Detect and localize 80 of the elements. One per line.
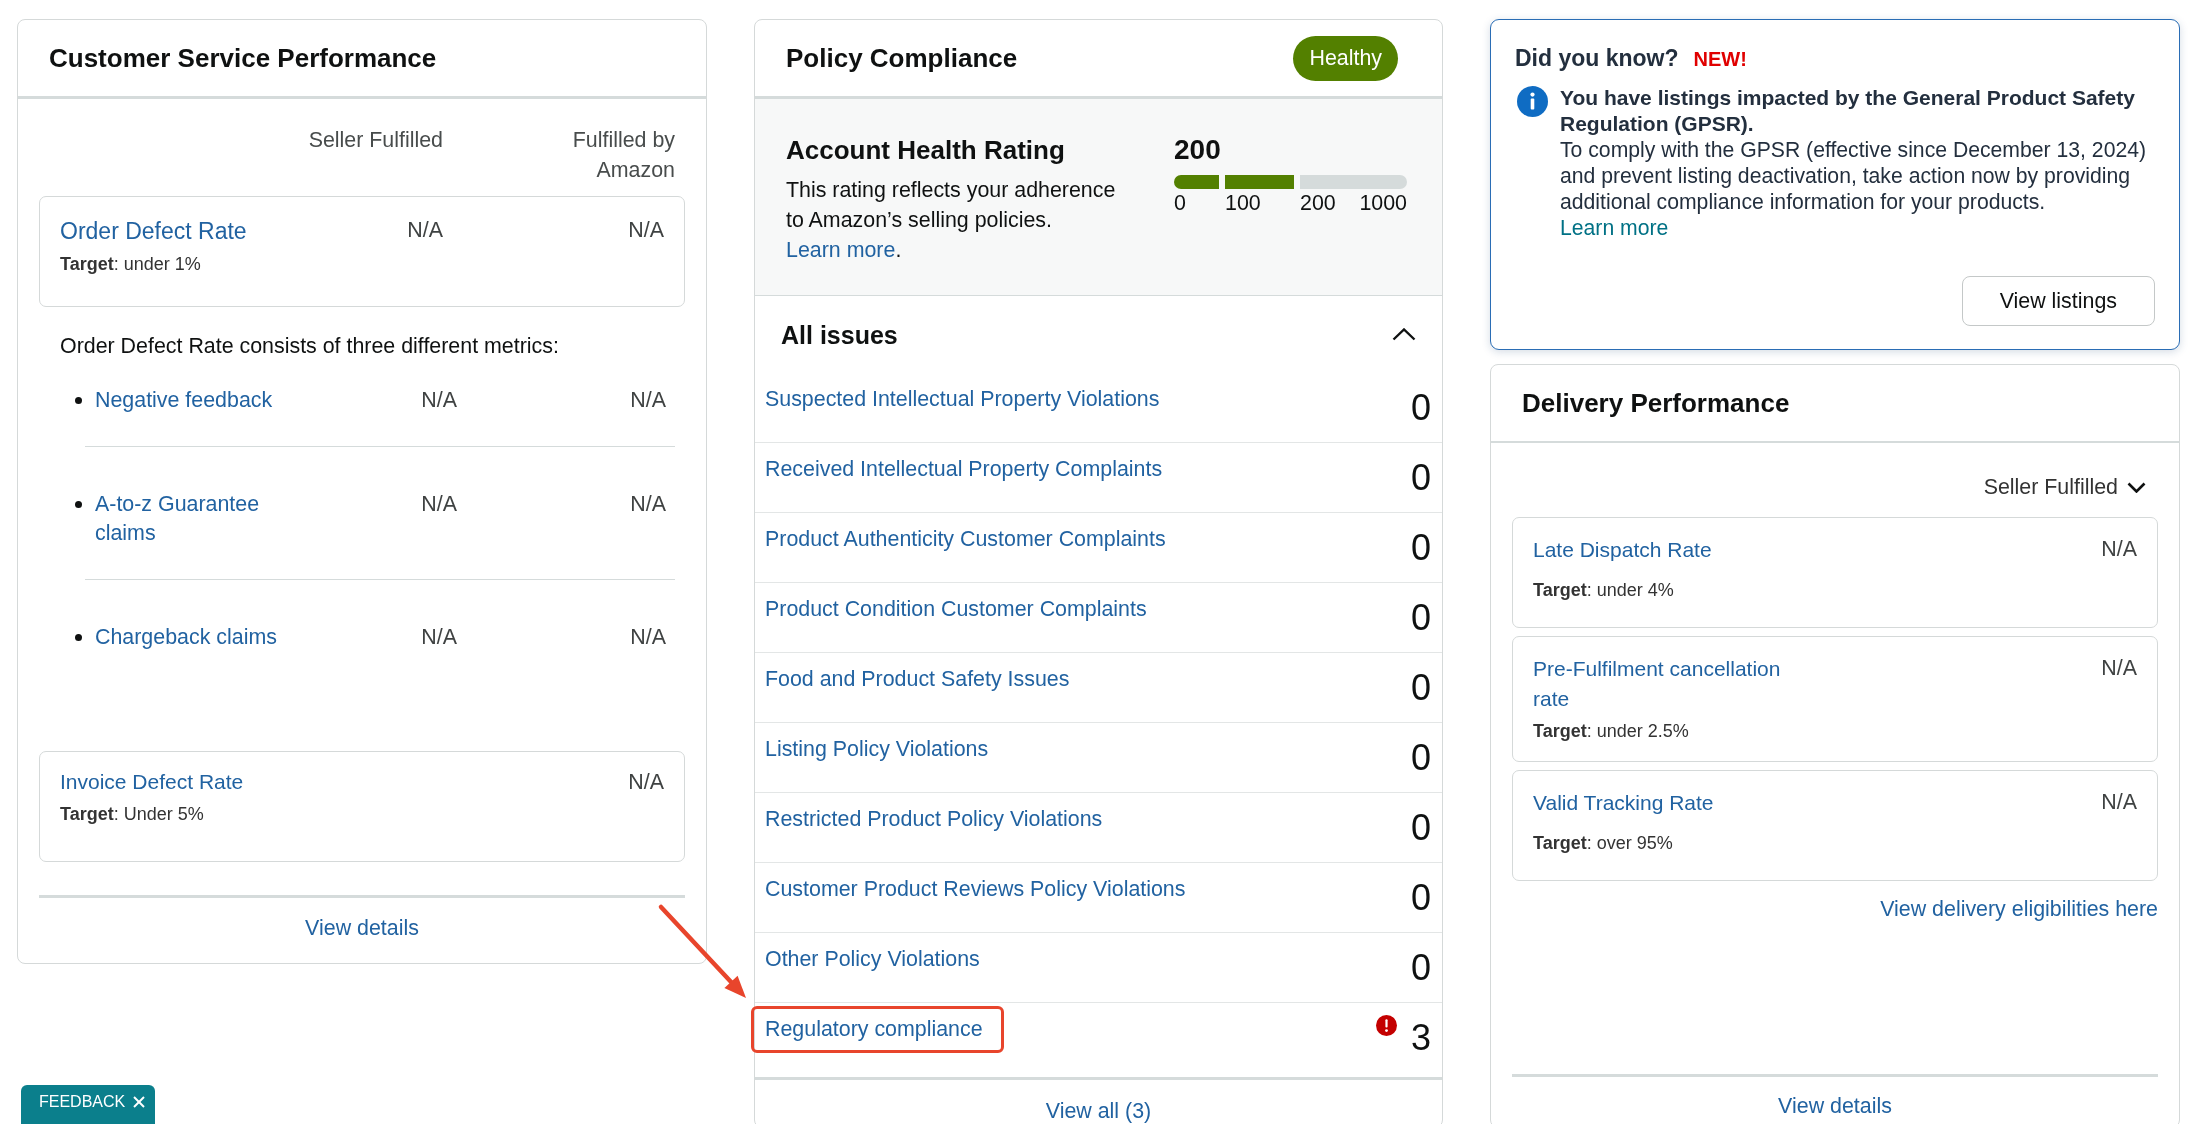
target-text: Target: over 95%: [1533, 831, 1673, 855]
chevron-down-icon: [2127, 482, 2146, 493]
scale-label: 200: [1300, 192, 1336, 214]
issue-link[interactable]: Listing Policy Violations: [765, 735, 989, 764]
issue-link[interactable]: Other Policy Violations: [765, 945, 980, 974]
issue-count: 0: [1410, 878, 1431, 918]
metric-link[interactable]: Late Dispatch Rate: [1533, 535, 1712, 565]
view-details-link[interactable]: View details: [1778, 1092, 1892, 1120]
card-title: Customer Service Performance: [49, 42, 437, 74]
issues-title: All issues: [781, 319, 898, 350]
new-label: NEW!: [1693, 48, 1747, 71]
issue-count: 0: [1410, 388, 1431, 428]
metric-value: N/A: [628, 217, 664, 244]
target-text: Target: under 1%: [60, 253, 201, 275]
issue-link[interactable]: Customer Product Reviews Policy Violations: [765, 875, 1186, 904]
learn-more-link[interactable]: Learn more: [1560, 216, 1669, 239]
view-all-link[interactable]: View all (3): [1045, 1097, 1152, 1124]
metric-value: N/A: [2101, 789, 2137, 816]
issue-link[interactable]: Suspected Intellectual Property Violations: [765, 385, 1160, 414]
bullet-icon: [75, 397, 82, 404]
view-details-link[interactable]: View details: [305, 914, 419, 942]
metric-value: N/A: [630, 490, 666, 518]
issue-link[interactable]: Restricted Product Policy Violations: [765, 805, 1103, 834]
issue-link[interactable]: Food and Product Safety Issues: [765, 665, 1070, 694]
metric-value: N/A: [421, 490, 457, 518]
rating-description: This rating reflects your adherence to Amazon’s selling policies. Learn more.: [786, 177, 1117, 264]
metric-link[interactable]: Chargeback claims: [95, 622, 277, 652]
chevron-up-icon[interactable]: [1392, 328, 1416, 341]
column-header: Seller Fulfilled: [308, 127, 443, 154]
card-title: Policy Compliance: [786, 42, 1018, 74]
eligibility-link[interactable]: View delivery eligibilities here: [1880, 895, 2158, 923]
issue-count: 0: [1410, 668, 1431, 708]
issue-count: 0: [1410, 948, 1431, 988]
column-header: Fulfilled by Amazon: [571, 127, 675, 184]
metric-link[interactable]: Negative feedback: [95, 386, 273, 416]
feedback-tab[interactable]: FEEDBACK: [21, 1085, 156, 1124]
metric-link[interactable]: Invoice Defect Rate: [60, 768, 244, 796]
metric-value: N/A: [2101, 536, 2137, 563]
issue-link[interactable]: Product Condition Customer Complaints: [765, 595, 1147, 624]
rating-score: 200: [1174, 135, 1221, 165]
notice-headline: You have listings impacted by the General Product Safety Regulation (GPSR).: [1560, 85, 2136, 137]
bullet-icon: [75, 633, 82, 641]
scale-label: 0: [1174, 192, 1186, 214]
view-listings-button[interactable]: View listings: [1961, 276, 2155, 326]
issue-count: 0: [1410, 598, 1431, 638]
issue-link[interactable]: Product Authenticity Customer Complaints: [765, 525, 1166, 554]
issue-link[interactable]: Regulatory compliance: [751, 1006, 1004, 1053]
metric-link[interactable]: A-to-z Guarantee claims: [95, 489, 285, 549]
metric-value: N/A: [421, 623, 457, 651]
metric-value: N/A: [628, 769, 664, 796]
info-icon: [1517, 86, 1548, 117]
metric-link[interactable]: Valid Tracking Rate: [1533, 788, 1714, 818]
issue-count: 3: [1410, 1018, 1431, 1058]
target-text: Target: under 4%: [1533, 578, 1674, 602]
metric-link[interactable]: Pre-Fulfilment cancellation rate: [1533, 654, 1803, 713]
scale-label: 100: [1225, 192, 1261, 214]
metric-value: N/A: [2101, 655, 2137, 682]
issue-link[interactable]: Received Intellectual Property Complaints: [765, 455, 1163, 484]
metric-link[interactable]: Order Defect Rate: [60, 216, 247, 246]
notice-title: Did you know?: [1515, 44, 1679, 72]
status-badge: Healthy: [1293, 35, 1398, 81]
intro-text: Order Defect Rate consists of three different metrics:: [60, 333, 560, 360]
issue-count: 0: [1410, 738, 1431, 778]
learn-more-link[interactable]: Learn more: [786, 238, 896, 262]
metric-value: N/A: [630, 387, 666, 414]
target-text: Target: under 2.5%: [1533, 720, 1689, 742]
metric-value: N/A: [630, 623, 666, 651]
issue-count: 0: [1410, 528, 1431, 568]
issue-count: 0: [1410, 808, 1431, 848]
issue-count: 0: [1410, 458, 1431, 498]
bullet-icon: [75, 500, 82, 508]
rating-title: Account Health Rating: [786, 135, 1065, 165]
notice-text: To comply with the GPSR (effective since December 13, 2024) and prevent listing deactivation, take action now by providing additional compliance information for your products. Learn more: [1560, 137, 2148, 241]
fulfillment-dropdown[interactable]: Seller Fulfilled: [1983, 473, 2146, 502]
scale-label: 1000: [1359, 192, 1407, 214]
metric-value: N/A: [407, 217, 443, 244]
metric-value: N/A: [421, 387, 457, 414]
card-title: Delivery Performance: [1522, 387, 1790, 419]
close-icon: [133, 1096, 146, 1108]
target-text: Target: Under 5%: [60, 803, 204, 825]
